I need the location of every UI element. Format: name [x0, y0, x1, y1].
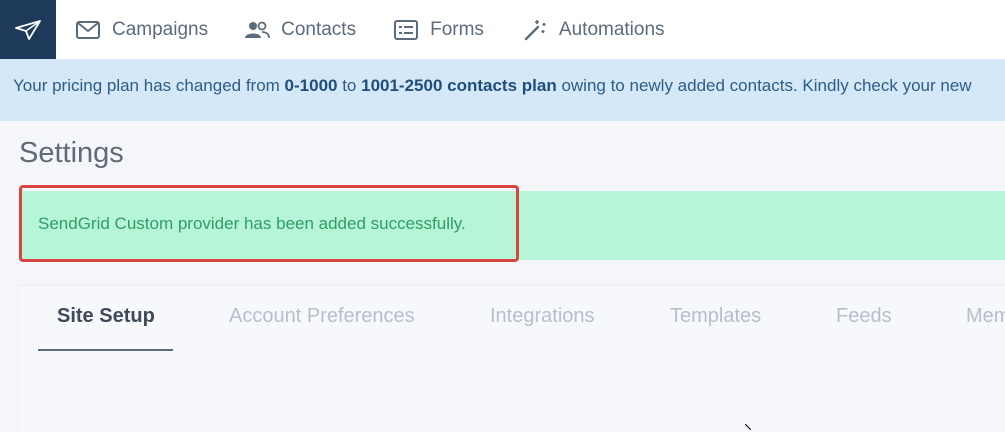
tab-feeds[interactable]: Feeds [836, 305, 892, 328]
tab-site-setup[interactable]: Site Setup [57, 305, 155, 328]
magic-wand-icon [522, 17, 548, 43]
active-tab-indicator [38, 349, 173, 351]
banner-to-plan: 1001-2500 contacts plan [361, 76, 557, 95]
mail-icon [75, 17, 101, 43]
settings-tabs: Site Setup Account Preferences Integrati… [19, 285, 1005, 351]
nav-automations[interactable]: Automations [522, 0, 665, 59]
nav-contacts-label: Contacts [281, 18, 357, 40]
nav-campaigns[interactable]: Campaigns [75, 0, 208, 59]
nav-forms[interactable]: Forms [393, 0, 484, 59]
pricing-plan-banner: Your pricing plan has changed from 0-100… [0, 59, 1005, 121]
success-alert-message: SendGrid Custom provider has been added … [38, 214, 466, 233]
people-icon [244, 17, 271, 43]
banner-from-plan: 0-1000 [284, 76, 338, 95]
logo-paper-plane-icon[interactable] [0, 0, 56, 59]
mouse-cursor-icon [745, 424, 751, 430]
nav-campaigns-label: Campaigns [112, 18, 209, 40]
nav-automations-label: Automations [558, 18, 665, 40]
banner-text-suffix: owing to newly added contacts. Kindly ch… [556, 76, 972, 95]
tab-templates[interactable]: Templates [670, 305, 761, 328]
top-navigation: Campaigns Contacts Forms Automations [0, 0, 1005, 59]
nav-forms-label: Forms [430, 18, 484, 40]
page-title: Settings [19, 137, 124, 169]
banner-text-prefix: Your pricing plan has changed from [13, 76, 285, 95]
tab-members[interactable]: Mem [966, 305, 1005, 328]
tab-integrations[interactable]: Integrations [490, 305, 595, 328]
nav-contacts[interactable]: Contacts [244, 0, 356, 59]
form-icon [393, 17, 419, 43]
tab-account-preferences[interactable]: Account Preferences [229, 305, 415, 328]
banner-text-mid: to [337, 76, 362, 95]
